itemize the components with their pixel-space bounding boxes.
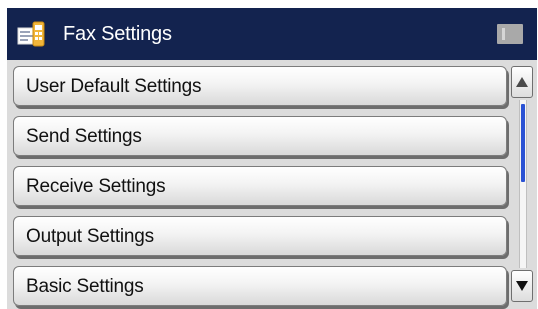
settings-menu-panel: User Default Settings Send Settings Rece… — [7, 60, 537, 309]
title-bar: Fax Settings — [7, 8, 537, 60]
arrow-up-icon — [516, 77, 528, 87]
fax-settings-icon — [17, 21, 45, 47]
receive-settings-button[interactable]: Receive Settings — [13, 166, 507, 206]
menu-item-label: Basic Settings — [26, 276, 144, 297]
menu-item-label: Receive Settings — [26, 176, 166, 197]
scroll-down-button[interactable] — [511, 270, 533, 302]
scrollbar-thumb[interactable] — [521, 104, 525, 182]
output-settings-button[interactable]: Output Settings — [13, 216, 507, 256]
menu-item-label: Output Settings — [26, 226, 154, 247]
menu-item-label: Send Settings — [26, 126, 142, 147]
send-settings-button[interactable]: Send Settings — [13, 116, 507, 156]
basic-settings-button[interactable]: Basic Settings — [13, 266, 507, 306]
user-default-settings-button[interactable]: User Default Settings — [13, 66, 507, 106]
status-indicator-icon — [497, 24, 523, 44]
menu-item-label: User Default Settings — [26, 76, 202, 97]
arrow-down-icon — [516, 281, 528, 291]
page-title: Fax Settings — [63, 23, 172, 45]
lcd-screen: Fax Settings User Default Settings Send … — [0, 0, 538, 309]
scroll-up-button[interactable] — [511, 66, 533, 98]
